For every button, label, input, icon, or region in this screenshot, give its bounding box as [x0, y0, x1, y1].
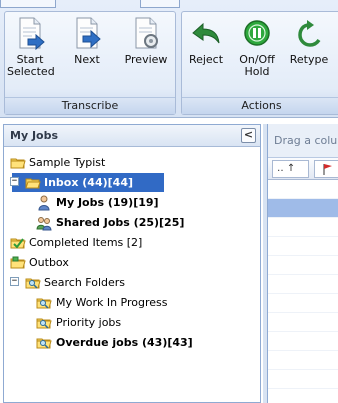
my-jobs-pane: My Jobs < Sample Typist − Inbox (44)[44] — [3, 124, 261, 403]
retype-arrow-icon — [298, 20, 321, 47]
folder-tree: Sample Typist − Inbox (44)[44] My Jobs (… — [4, 147, 260, 353]
tree-node-sample-typist[interactable]: Sample Typist — [4, 153, 260, 173]
on-off-hold-button[interactable]: On/Off Hold — [232, 16, 282, 94]
collapse-toggle[interactable]: − — [10, 277, 19, 286]
table-row[interactable] — [268, 370, 338, 389]
table-row[interactable] — [268, 313, 338, 332]
tree-node-label: Inbox (44)[44] — [44, 176, 134, 189]
tree-node-my-work-in-progress[interactable]: My Work In Progress — [4, 293, 260, 313]
reject-label: Reject — [188, 53, 224, 66]
search-folder-icon — [36, 298, 52, 309]
table-row[interactable] — [268, 237, 338, 256]
reject-arrow-icon — [192, 22, 220, 44]
tree-node-label: My Jobs (19)[19] — [56, 196, 159, 209]
tree-node-completed-items[interactable]: Completed Items [2] — [4, 233, 260, 253]
reject-button[interactable]: Reject — [185, 16, 227, 94]
grid-column-headers: ‥ ↑ — [268, 158, 338, 180]
table-row[interactable] — [268, 199, 338, 218]
tree-node-label: My Work In Progress — [56, 296, 168, 309]
search-folder-icon — [36, 338, 52, 349]
tree-node-overdue-jobs[interactable]: Overdue jobs (43)[43] — [4, 333, 260, 353]
on-off-hold-label: On/Off Hold — [239, 53, 275, 78]
tree-node-label: Outbox — [29, 256, 69, 269]
column-header-sort[interactable]: ‥ ↑ — [272, 160, 309, 178]
tree-node-label: Completed Items [2] — [29, 236, 143, 249]
table-row[interactable] — [268, 180, 338, 199]
start-selected-button[interactable]: Start Selected — [7, 16, 55, 94]
jobs-grid-pane: Drag a colu ‥ ↑ — [267, 124, 338, 403]
pane-header: My Jobs < — [4, 125, 260, 147]
start-selected-label: Start Selected — [7, 53, 55, 78]
next-button[interactable]: Next — [65, 16, 109, 94]
next-document-icon — [76, 17, 101, 49]
preview-button[interactable]: Preview — [121, 16, 171, 94]
tree-node-inbox[interactable]: − Inbox (44)[44] — [4, 173, 260, 193]
collapse-pane-button[interactable]: < — [241, 128, 256, 143]
preview-document-icon — [135, 17, 158, 49]
next-label: Next — [74, 53, 100, 66]
table-row[interactable] — [268, 351, 338, 370]
table-row[interactable] — [268, 218, 338, 237]
search-folder-icon — [25, 278, 41, 289]
ribbon-group-label-transcribe: Transcribe — [5, 97, 175, 114]
tree-node-label: Search Folders — [44, 276, 126, 289]
folder-icon — [10, 158, 26, 169]
start-selected-document-icon — [19, 17, 45, 50]
ribbon-group-label-actions: Actions — [182, 97, 338, 114]
retype-button[interactable]: Retype — [286, 16, 332, 94]
tree-node-outbox[interactable]: Outbox — [4, 253, 260, 273]
collapse-toggle[interactable]: − — [10, 177, 19, 186]
tree-node-my-jobs[interactable]: My Jobs (19)[19] — [4, 193, 260, 213]
search-folder-icon — [36, 318, 52, 329]
table-row[interactable] — [268, 275, 338, 294]
completed-folder-icon — [10, 238, 26, 249]
table-row[interactable] — [268, 256, 338, 275]
ribbon: Start Selected Next Preview Transcribe R… — [0, 0, 338, 118]
table-row[interactable] — [268, 294, 338, 313]
preview-label: Preview — [124, 53, 168, 66]
flag-icon — [323, 164, 332, 175]
retype-label: Retype — [289, 53, 329, 66]
tree-node-search-folders[interactable]: − Search Folders — [4, 273, 260, 293]
ribbon-tab-edge — [140, 0, 180, 8]
ribbon-tab-edge — [0, 0, 56, 8]
pane-title: My Jobs — [10, 129, 59, 142]
ribbon-group-transcribe: Start Selected Next Preview Transcribe — [4, 11, 176, 115]
tree-node-label: Sample Typist — [29, 156, 106, 169]
tree-node-label: Overdue jobs (43)[43] — [56, 336, 193, 349]
tree-node-priority-jobs[interactable]: Priority jobs — [4, 313, 260, 333]
tree-node-shared-jobs[interactable]: Shared Jobs (25)[25] — [4, 213, 260, 233]
tree-node-label: Priority jobs — [56, 316, 122, 329]
user-icon — [38, 195, 50, 211]
users-icon — [36, 217, 52, 231]
table-row[interactable] — [268, 332, 338, 351]
outbox-folder-icon — [10, 256, 26, 269]
folder-open-icon — [25, 178, 41, 189]
tree-node-label: Shared Jobs (25)[25] — [56, 216, 185, 229]
group-by-drop-area[interactable]: Drag a colu — [268, 124, 338, 158]
column-header-flag[interactable] — [314, 160, 338, 178]
pause-hold-icon — [244, 20, 270, 46]
ribbon-group-actions: Reject On/Off Hold Retype Actions — [181, 11, 338, 115]
